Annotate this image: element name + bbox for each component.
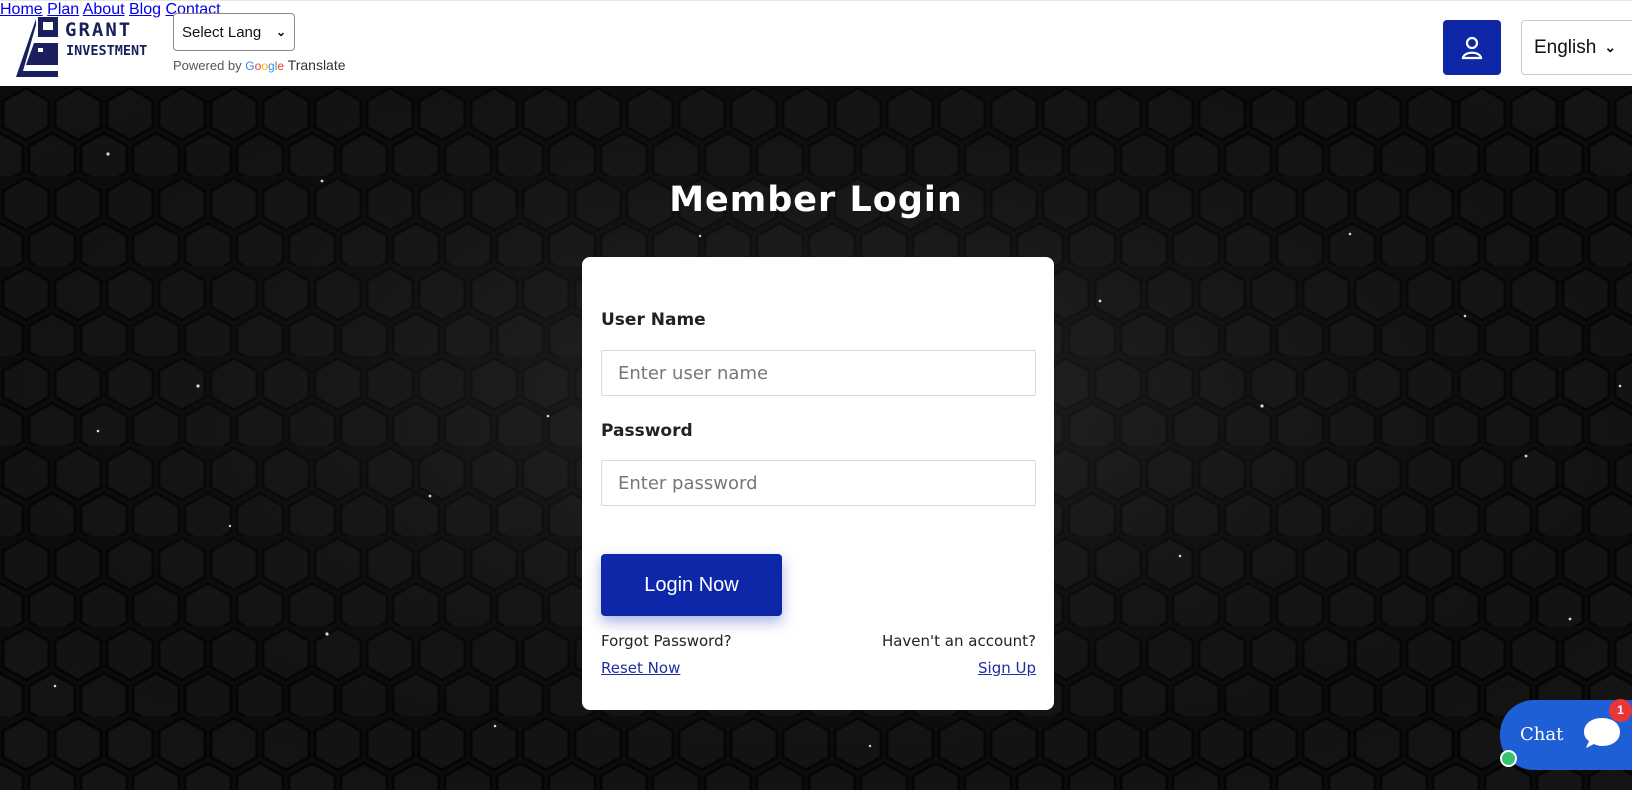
language-select-value: English [1534, 36, 1597, 58]
password-label: Password [601, 421, 693, 441]
brand-logo[interactable]: GRANT INVESTMENT [14, 13, 154, 79]
powered-by-google: Powered by Google Translate [173, 57, 346, 73]
sign-up-link[interactable]: Sign Up [978, 659, 1036, 677]
chevron-down-icon: ⌄ [1604, 39, 1617, 55]
password-input[interactable] [601, 460, 1036, 506]
powered-by-text: Powered by [173, 58, 242, 73]
chevron-down-icon: ⌄ [275, 25, 286, 39]
account-button[interactable] [1443, 20, 1501, 75]
login-button[interactable]: Login Now [601, 554, 782, 616]
translate-select-value: Select Lang [182, 23, 262, 41]
language-select[interactable]: English ⌄ [1521, 20, 1632, 75]
login-hero: Member Login User Name Password Login No… [0, 86, 1632, 790]
google-translate-widget: Select Lang ⌄ Powered by Google Translat… [173, 13, 346, 73]
chat-label: Chat [1520, 724, 1564, 745]
username-label: User Name [601, 310, 706, 330]
login-card: User Name Password Login Now Forgot Pass… [582, 257, 1054, 710]
username-input[interactable] [601, 350, 1036, 396]
reset-password-link[interactable]: Reset Now [601, 659, 680, 677]
translate-link[interactable]: Translate [288, 57, 346, 73]
page-title: Member Login [669, 180, 963, 220]
brand-logo-mark-icon [16, 17, 58, 77]
brand-subtitle: INVESTMENT [66, 43, 148, 59]
online-status-indicator [1500, 750, 1517, 767]
brand-name: GRANT [65, 19, 133, 41]
user-icon [1461, 36, 1483, 59]
forgot-password-text: Forgot Password? [601, 632, 732, 650]
google-wordmark: Google [245, 59, 285, 73]
no-account-text: Haven't an account? [881, 632, 1036, 650]
translate-language-select[interactable]: Select Lang ⌄ [173, 13, 295, 51]
chat-widget-button[interactable]: Chat 1 [1500, 699, 1632, 770]
site-header: GRANT INVESTMENT Select Lang ⌄ Powered b… [0, 0, 1632, 86]
notification-badge: 1 [1609, 699, 1632, 722]
